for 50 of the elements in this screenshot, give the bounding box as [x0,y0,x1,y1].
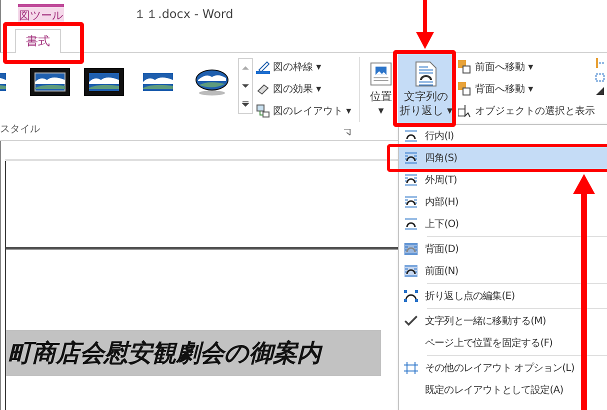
check-icon [404,315,418,327]
ribbon-command[interactable]: 図の枠線 ▾ [256,58,352,76]
context-tab-label: 図ツール [18,4,64,24]
menu-item[interactable]: 折り返し点の編集(E) [399,288,515,304]
align-icon[interactable] [595,57,605,97]
edit-points-icon [404,290,418,302]
ribbon-command[interactable]: 前面へ移動 ▾ [458,58,595,76]
page-picture-icon [370,61,392,87]
down-arrow [415,0,435,50]
up-icon [242,65,249,71]
menu-item[interactable]: 前面(N) [399,263,458,279]
menu-item[interactable]: 四角(S) [399,147,607,169]
wrap-option-icon [404,265,418,277]
more-icon [242,101,249,107]
wrap-option-icon [404,196,418,208]
wrap-option-icon [404,218,418,230]
ribbon-command[interactable]: オブジェクトの選択と表示 [458,102,595,120]
dialog-launcher-icon[interactable] [344,129,352,136]
menu-item[interactable]: ページ上で位置を固定する(F) [399,335,553,351]
picture-style-icon[interactable] [84,67,124,97]
wrap-option-icon [404,152,418,164]
layers-icon [458,60,472,74]
picture-style-icon[interactable] [30,67,70,97]
eraser-icon [256,82,270,96]
menu-item[interactable]: 文字列と一緒に移動する(M) [399,313,546,329]
ribbon-tab[interactable]: 書式 [15,29,61,53]
group-label: スタイル [0,123,40,136]
menu-item[interactable]: 上下(O) [399,216,459,232]
document-heading: 町商店会慰安観劇会の御案内 [8,338,321,369]
wrap-option-icon [404,130,418,142]
layers-icon [458,82,472,96]
menu-item[interactable]: 内部(H) [399,194,458,210]
position-button[interactable]: 位置 ▾ [366,53,396,127]
pen-icon [256,60,270,74]
menu-item[interactable]: 既定のレイアウトとして設定(A) [399,382,564,398]
menu-item[interactable]: 背面(D) [399,241,459,257]
ribbon-command[interactable]: 図のレイアウト ▾ [256,102,352,120]
layout-options-icon [404,362,418,374]
wrap-option-icon [404,174,418,186]
wrap-text-icon [415,61,437,87]
layout-icon [256,104,270,118]
window-title: １１.docx - Word [134,6,234,23]
selection-icon [458,104,472,118]
wrap-option-icon [404,243,418,255]
down-icon [242,83,249,89]
menu-item[interactable]: 外周(T) [399,172,457,188]
menu-item[interactable]: その他のレイアウト オプション(L) [399,360,574,376]
ribbon-command[interactable]: 図の効果 ▾ [256,80,352,98]
ribbon-command[interactable]: 背面へ移動 ▾ [458,80,595,98]
menu-item[interactable]: 行内(I) [399,128,454,144]
